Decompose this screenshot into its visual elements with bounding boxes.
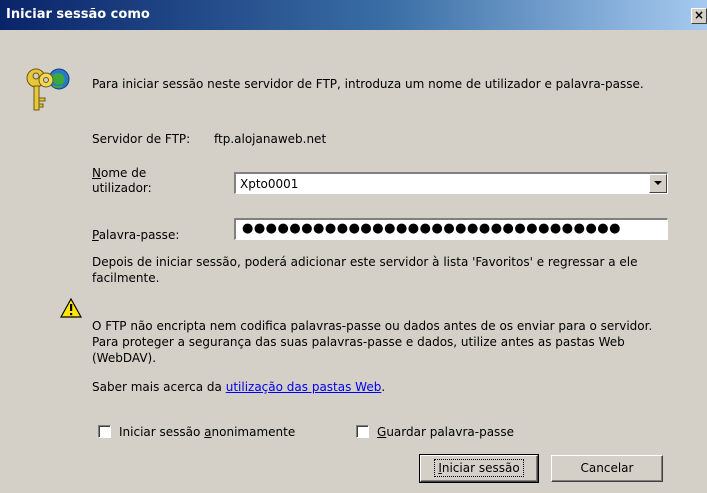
chevron-down-icon <box>654 181 662 185</box>
login-button[interactable]: Iniciar sessão <box>419 454 539 483</box>
login-dialog: Iniciar sessão como × Para iniciar sessã… <box>0 0 707 493</box>
anonymous-login-label[interactable]: Iniciar sessão anonimamente <box>119 425 295 439</box>
title-bar[interactable]: Iniciar sessão como × <box>0 0 707 30</box>
cancel-button[interactable]: Cancelar <box>551 455 663 482</box>
anonymous-login-checkbox[interactable] <box>98 425 111 438</box>
password-input[interactable]: ●●●●●●●●●●●●●●●●●●●●●●●●●●●●●●●● <box>234 218 668 240</box>
username-label: Nome de utilizador: <box>92 166 152 195</box>
favorites-info-text: Depois de iniciar sessão, poderá adicion… <box>92 255 638 285</box>
web-folders-link[interactable]: utilização das pastas Web <box>226 380 382 394</box>
window-title: Iniciar sessão como <box>6 7 150 22</box>
close-button[interactable]: × <box>691 8 707 24</box>
learn-more-text: Saber mais acerca da utilização das past… <box>92 380 386 394</box>
password-label: Palavra-passe: <box>92 228 180 242</box>
server-label: Servidor de FTP: <box>92 132 191 146</box>
save-password-checkbox[interactable] <box>356 425 369 438</box>
close-icon: × <box>693 8 705 22</box>
login-button-label: Iniciar sessão <box>434 459 524 477</box>
dropdown-button[interactable] <box>649 174 667 193</box>
security-warning-text: O FTP não encripta nem codifica palavras… <box>92 319 653 365</box>
username-value[interactable]: Xpto0001 <box>240 177 298 191</box>
username-combobox[interactable]: Xpto0001 <box>234 172 668 194</box>
warning-icon <box>60 298 82 318</box>
save-password-label[interactable]: Guardar palavra-passe <box>377 425 514 439</box>
keys-icon <box>26 68 70 111</box>
password-value: ●●●●●●●●●●●●●●●●●●●●●●●●●●●●●●●● <box>242 221 621 236</box>
server-value: ftp.alojanaweb.net <box>214 132 327 146</box>
intro-text: Para iniciar sessão neste servidor de FT… <box>92 77 644 91</box>
